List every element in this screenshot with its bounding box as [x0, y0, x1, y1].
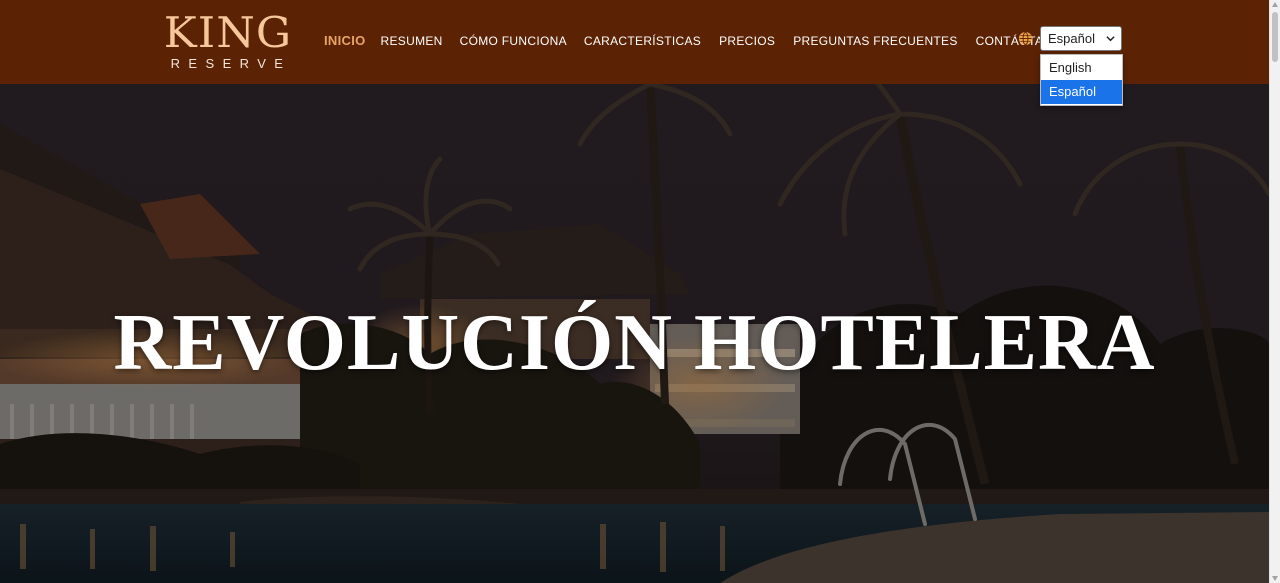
page-scrollbar[interactable] — [1269, 0, 1280, 583]
language-dropdown: English Español — [1040, 54, 1123, 106]
scroll-up-icon[interactable] — [1272, 2, 1278, 7]
nav-resumen[interactable]: RESUMEN — [381, 34, 443, 48]
language-option-english[interactable]: English — [1041, 56, 1122, 80]
brand-name: KING — [163, 8, 293, 57]
nav-como-funciona[interactable]: CÓMO FUNCIONA — [460, 34, 567, 48]
main-nav: INICIO RESUMEN CÓMO FUNCIONA CARACTERÍST… — [324, 33, 1070, 48]
globe-icon — [1018, 31, 1033, 46]
language-selected-value: Español — [1048, 31, 1095, 46]
hero-title: REVOLUCIÓN HOTELERA — [113, 298, 1156, 387]
nav-inicio[interactable]: INICIO — [324, 33, 366, 48]
scroll-down-icon[interactable] — [1272, 576, 1278, 581]
language-select[interactable]: Español — [1040, 26, 1122, 51]
brand-logo[interactable]: KING RESERVE — [160, 12, 296, 72]
hero-section: REVOLUCIÓN HOTELERA — [0, 84, 1269, 583]
chevron-down-icon — [1106, 36, 1115, 42]
brand-tagline: RESERVE — [170, 56, 292, 71]
nav-precios[interactable]: PRECIOS — [719, 34, 775, 48]
nav-preguntas-frecuentes[interactable]: PREGUNTAS FRECUENTES — [793, 34, 957, 48]
page: KING RESERVE INICIO RESUMEN CÓMO FUNCION… — [0, 0, 1280, 583]
language-option-espanol[interactable]: Español — [1041, 80, 1122, 104]
nav-caracteristicas[interactable]: CARACTERÍSTICAS — [584, 34, 701, 48]
scrollbar-thumb[interactable] — [1272, 12, 1278, 62]
